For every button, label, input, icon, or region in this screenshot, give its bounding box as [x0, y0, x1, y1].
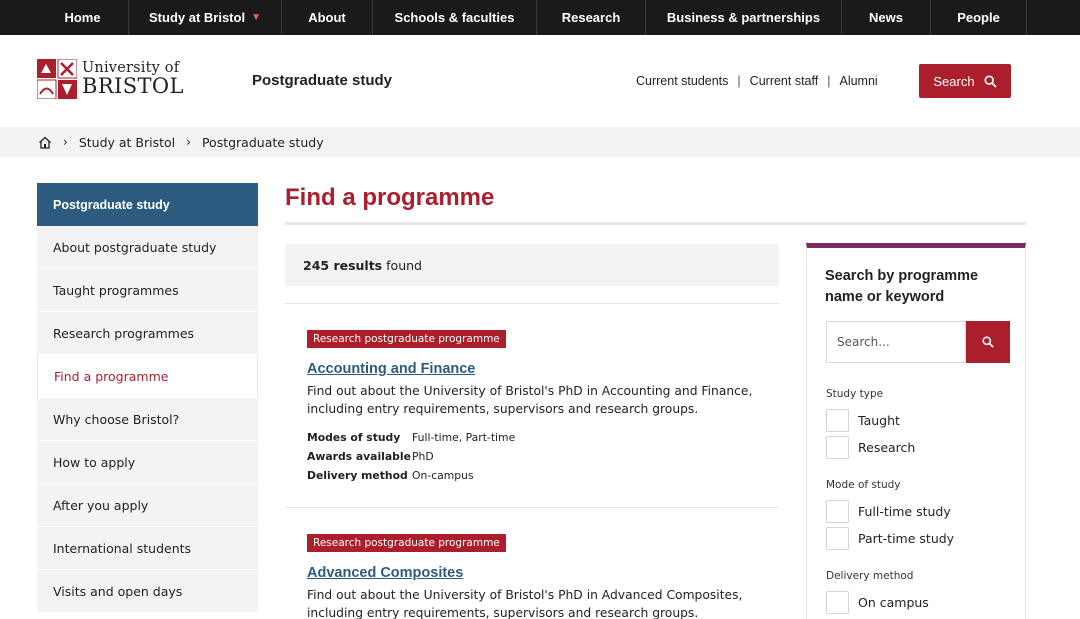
sidebar-item-international-students[interactable]: International students [37, 527, 258, 570]
search-input[interactable]: Search... [826, 321, 966, 363]
results-count-bar: 245 results found [285, 244, 779, 286]
search-button-label: Search [933, 73, 975, 89]
nav-item-label: About [308, 10, 346, 25]
search-icon [982, 336, 994, 348]
logo-line-1: University of [82, 59, 180, 76]
sidebar-navigation: Postgraduate study About postgraduate st… [37, 183, 258, 613]
checkbox-label: Full-time study [858, 504, 951, 519]
meta-row: Awards available PhD [307, 447, 767, 466]
programme-type-badge: Research postgraduate programme [307, 330, 506, 348]
checkbox-box[interactable] [826, 409, 849, 432]
sidebar-item-why-choose-bristol[interactable]: Why choose Bristol? [37, 398, 258, 441]
nav-item-label: Study at Bristol [149, 10, 246, 25]
checkbox-research[interactable]: Research [826, 436, 915, 459]
chevron-right-icon: › [186, 135, 191, 149]
checkbox-box[interactable] [826, 527, 849, 550]
sidebar-item-research-programmes[interactable]: Research programmes [37, 312, 258, 355]
chevron-down-icon: ▼ [251, 12, 261, 23]
separator: | [827, 74, 831, 88]
programme-card: Research postgraduate programme Accounti… [307, 327, 767, 485]
alumni-link[interactable]: Alumni [839, 74, 877, 88]
search-input-placeholder: Search... [837, 335, 890, 349]
breadcrumb: › Study at Bristol › Postgraduate study [0, 127, 1080, 157]
breadcrumb-current: Postgraduate study [201, 134, 324, 150]
nav-item-label: Home [64, 10, 101, 25]
audience-links: Current students | Current staff | Alumn… [636, 74, 878, 88]
nav-item-label: Business & partnerships [666, 10, 821, 25]
meta-key: Modes of study [307, 431, 401, 444]
current-staff-link[interactable]: Current staff [750, 74, 819, 88]
meta-row: Modes of study Full-time, Part-time [307, 428, 767, 447]
sidebar-item-after-you-apply[interactable]: After you apply [37, 484, 258, 527]
nav-item-news[interactable]: News [842, 0, 931, 35]
university-logo[interactable]: University of BRISTOL [37, 59, 184, 99]
programme-meta: Modes of study Full-time, Part-time Awar… [307, 428, 767, 485]
checkbox-label: Part-time study [858, 531, 955, 546]
nav-item-people[interactable]: People [931, 0, 1027, 35]
page-title: Find a programme [285, 184, 495, 211]
site-header: University of BRISTOL Postgraduate study… [0, 35, 1080, 127]
meta-key: Delivery method [307, 469, 408, 482]
results-suffix: found [386, 257, 422, 273]
crest-icon [37, 59, 77, 99]
programme-title-link[interactable]: Advanced Composites [307, 565, 767, 581]
sidebar-heading[interactable]: Postgraduate study [37, 183, 258, 226]
filter-group-label-delivery-method: Delivery method [826, 570, 914, 582]
meta-value: PhD [412, 450, 434, 463]
nav-item-label: Schools & faculties [394, 10, 515, 25]
programme-card: Research postgraduate programme Advanced… [307, 531, 767, 619]
checkbox-label: Research [858, 440, 916, 455]
filter-group-label-mode-of-study: Mode of study [826, 479, 901, 491]
logo-line-2: BRISTOL [82, 74, 184, 99]
sidebar-item-taught-programmes[interactable]: Taught programmes [37, 269, 258, 312]
divider [285, 507, 779, 508]
programme-type-badge: Research postgraduate programme [307, 534, 506, 552]
checkbox-label: On campus [858, 595, 929, 610]
checkbox-box[interactable] [826, 500, 849, 523]
filter-search-button[interactable] [966, 321, 1010, 363]
programme-description: Find out about the University of Bristol… [307, 384, 753, 416]
nav-item-about[interactable]: About [282, 0, 373, 35]
search-button[interactable]: Search [919, 64, 1011, 98]
filter-group-label-study-type: Study type [826, 388, 884, 400]
home-icon[interactable] [38, 136, 52, 149]
meta-key: Awards available [307, 450, 411, 463]
checkbox-label: Taught [858, 413, 900, 428]
top-navigation: Home Study at Bristol ▼ About Schools & f… [0, 0, 1080, 35]
checkbox-full-time-study[interactable]: Full-time study [826, 500, 951, 523]
checkbox-part-time-study[interactable]: Part-time study [826, 527, 954, 550]
checkbox-box[interactable] [826, 591, 849, 614]
nav-item-business-partnerships[interactable]: Business & partnerships [646, 0, 842, 35]
results-count: 245 results [303, 257, 383, 273]
sidebar-item-visits-and-open-days[interactable]: Visits and open days [37, 570, 258, 613]
chevron-right-icon: › [63, 135, 68, 149]
separator: | [737, 74, 741, 88]
checkbox-on-campus[interactable]: On campus [826, 591, 929, 614]
programme-title-link[interactable]: Accounting and Finance [307, 361, 767, 377]
nav-item-study-at-bristol[interactable]: Study at Bristol ▼ [129, 0, 282, 35]
filter-heading: Search by programme name or keyword [825, 268, 979, 305]
nav-item-home[interactable]: Home [37, 0, 129, 35]
nav-item-schools-faculties[interactable]: Schools & faculties [373, 0, 537, 35]
current-students-link[interactable]: Current students [636, 74, 728, 88]
sidebar-item-how-to-apply[interactable]: How to apply [37, 441, 258, 484]
programme-description: Find out about the University of Bristol… [307, 588, 743, 619]
sidebar-item-about-postgraduate-study[interactable]: About postgraduate study [37, 226, 258, 269]
nav-item-label: News [869, 10, 903, 25]
nav-item-research[interactable]: Research [537, 0, 646, 35]
site-title[interactable]: Postgraduate study [252, 72, 392, 89]
nav-item-label: People [957, 10, 1000, 25]
checkbox-taught[interactable]: Taught [826, 409, 900, 432]
nav-item-label: Research [561, 10, 621, 25]
breadcrumb-study-at-bristol[interactable]: Study at Bristol [79, 135, 175, 150]
sidebar-item-find-a-programme[interactable]: Find a programme [37, 355, 258, 398]
title-divider [285, 222, 1026, 225]
divider [285, 303, 779, 304]
checkbox-box[interactable] [826, 436, 849, 459]
meta-value: On-campus [412, 469, 474, 482]
filter-panel: Search by programme name or keyword Sear… [806, 243, 1026, 619]
meta-value: Full-time, Part-time [412, 431, 516, 444]
meta-row: Delivery method On-campus [307, 466, 767, 485]
search-icon [984, 74, 997, 88]
